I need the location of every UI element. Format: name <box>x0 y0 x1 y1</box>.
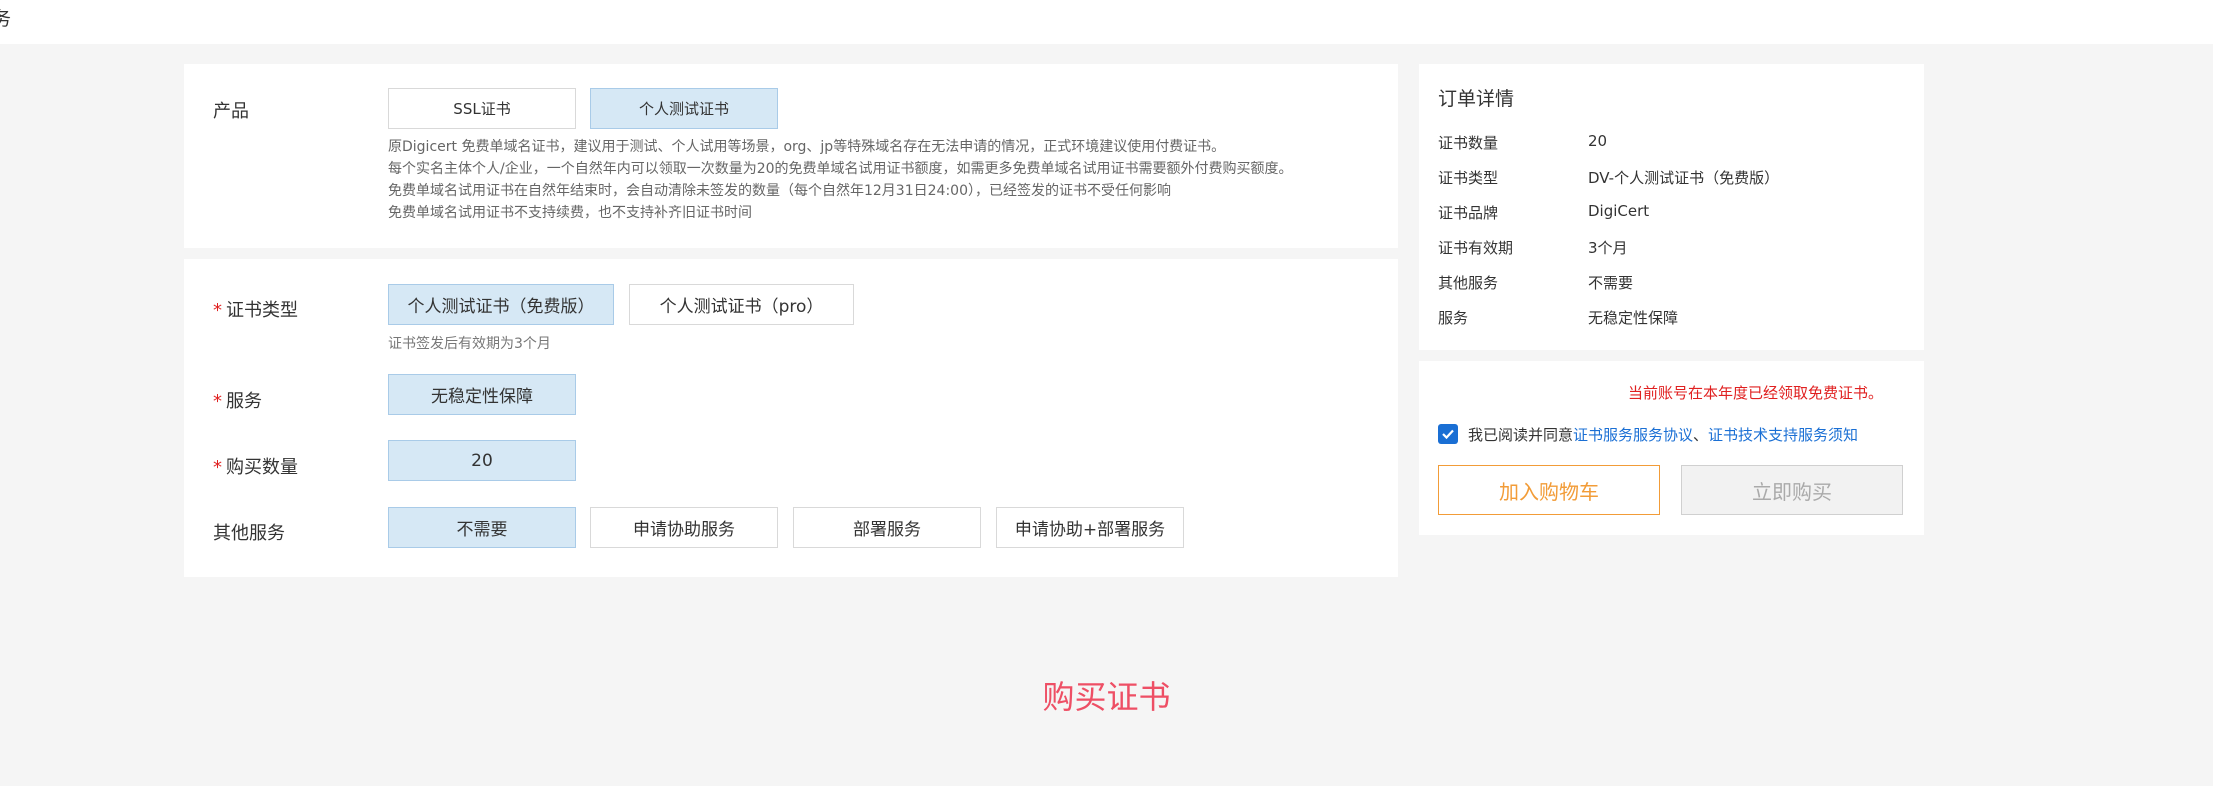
agree-checkbox[interactable] <box>1438 424 1458 444</box>
top-bar: 务 <box>0 0 2213 44</box>
summary-key: 服务 <box>1438 309 1469 327</box>
summary-key: 证书品牌 <box>1438 204 1499 222</box>
other-services-label: 其他服务 <box>213 523 285 544</box>
summary-value: 20 <box>1588 132 1608 150</box>
required-mark: * <box>213 391 222 412</box>
product-desc-line-2: 每个实名主体个人/企业，一个自然年内可以领取一次数量为20的免费单域名试用证书额… <box>388 161 1293 177</box>
cert-type-hint: 证书签发后有效期为3个月 <box>388 336 551 352</box>
other-option-none[interactable]: 不需要 <box>388 507 576 548</box>
service-label: * 服务 <box>213 387 262 413</box>
support-notice-link[interactable]: 证书技术支持服务须知 <box>1708 426 1858 444</box>
other-option-assist[interactable]: 申请协助服务 <box>590 507 778 548</box>
product-label: 产品 <box>213 101 249 122</box>
required-mark: * <box>213 300 222 321</box>
summary-value: 不需要 <box>1588 274 1634 292</box>
summary-key: 证书类型 <box>1438 169 1499 187</box>
add-to-cart-button[interactable]: 加入购物车 <box>1438 465 1660 515</box>
other-option-assist-deploy[interactable]: 申请协助+部署服务 <box>996 507 1184 548</box>
checkmark-icon <box>1442 429 1454 440</box>
product-desc-line-1: 原Digicert 免费单域名证书，建议用于测试、个人试用等场景，org、jp等… <box>388 139 1226 155</box>
product-panel <box>184 64 1398 248</box>
summary-value: 3个月 <box>1588 239 1628 257</box>
product-option-ssl[interactable]: SSL证书 <box>388 88 576 129</box>
quantity-label: * 购买数量 <box>213 453 298 479</box>
required-mark: * <box>213 457 222 478</box>
cert-type-label-text: 证书类型 <box>226 300 298 321</box>
service-label-text: 服务 <box>226 391 262 412</box>
quantity-label-text: 购买数量 <box>226 457 298 478</box>
product-desc-line-4: 免费单域名试用证书不支持续费，也不支持补齐旧证书时间 <box>388 205 752 221</box>
summary-value: 无稳定性保障 <box>1588 309 1679 327</box>
quantity-input[interactable]: 20 <box>388 440 576 481</box>
summary-value: DV-个人测试证书（免费版） <box>1588 169 1780 187</box>
product-desc-line-3: 免费单域名试用证书在自然年结束时，会自动清除未签发的数量（每个自然年12月31日… <box>388 183 1171 199</box>
buy-now-button[interactable]: 立即购买 <box>1681 465 1903 515</box>
summary-key: 其他服务 <box>1438 274 1499 292</box>
service-option-no-sla[interactable]: 无稳定性保障 <box>388 374 576 415</box>
product-option-personal-test[interactable]: 个人测试证书 <box>590 88 778 129</box>
summary-key: 证书有效期 <box>1438 239 1514 257</box>
summary-value: DigiCert <box>1588 202 1650 220</box>
agree-prefix: 我已阅读并同意 <box>1468 426 1574 444</box>
summary-key: 证书数量 <box>1438 134 1499 152</box>
agreement-text: 我已阅读并同意证书服务服务协议、证书技术支持服务须知 <box>1468 424 1858 445</box>
other-option-deploy[interactable]: 部署服务 <box>793 507 981 548</box>
order-summary-title: 订单详情 <box>1438 88 1515 110</box>
quota-warning: 当前账号在本年度已经领取免费证书。 <box>1628 384 1884 402</box>
agree-separator: 、 <box>1693 426 1709 444</box>
service-agreement-link[interactable]: 证书服务服务协议 <box>1573 426 1693 444</box>
cert-type-label: * 证书类型 <box>213 296 298 322</box>
breadcrumb: 务 <box>0 8 12 30</box>
cert-type-option-pro[interactable]: 个人测试证书（pro） <box>629 284 854 325</box>
cert-type-option-free[interactable]: 个人测试证书（免费版） <box>388 284 614 325</box>
page-title: 购买证书 <box>1042 678 1171 716</box>
